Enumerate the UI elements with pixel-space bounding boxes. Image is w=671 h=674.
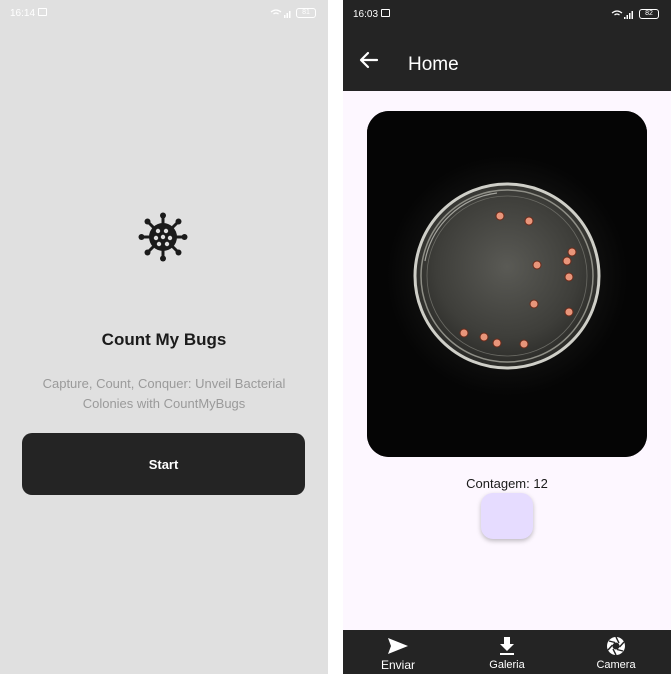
nav-label: Enviar [380,658,415,672]
colony-marker [564,272,574,282]
home-screen: 16:03 82 Home Contagem: 12 Enviar Galeri… [343,0,671,674]
battery-icon: 82 [639,9,659,19]
nav-label: Galeria [489,659,525,671]
colony-marker [495,211,505,221]
status-time: 16:03 [353,9,379,20]
status-bar: 16:14 81 [0,0,328,26]
send-icon [386,636,410,656]
nav-item-camera[interactable]: Camera [576,630,656,674]
colony-marker [519,339,529,349]
app-title: Count My Bugs [101,330,227,349]
battery-icon: 81 [296,8,316,18]
bacteria-icon [138,212,188,262]
app-tagline: Capture, Count, Conquer: Unveil Bacteria… [42,376,286,411]
colony-marker [479,332,489,342]
wifi-signal-icon [611,9,635,22]
petri-dish-photo [367,111,647,457]
gallery-notification-icon [38,8,47,16]
colony-marker [524,216,534,226]
colony-marker [529,299,539,309]
arrow-left-icon[interactable] [357,48,381,72]
start-button[interactable]: Start [22,433,305,495]
action-fab-button[interactable] [481,493,533,539]
screenshot-pair: 16:14 81 Count My Bugs Capture, Count, C… [0,0,671,674]
gallery-notification-icon [381,9,390,17]
colony-marker [567,247,577,257]
welcome-screen: 16:14 81 Count My Bugs Capture, Count, C… [0,0,328,674]
bottom-navigation: Enviar Galeria Camera [343,630,671,674]
colony-marker [459,328,469,338]
camera-shutter-icon [604,636,628,656]
colony-count-label: Contagem: 12 [466,476,548,491]
colony-marker [532,260,542,270]
nav-item-galeria[interactable]: Galeria [467,630,547,674]
nav-label: Camera [596,659,636,671]
colony-marker [492,338,502,348]
status-bar: 16:03 82 [343,0,671,30]
nav-item-enviar[interactable]: Enviar [358,630,438,674]
colony-marker [562,256,572,266]
colony-marker [564,307,574,317]
status-time: 16:14 [10,8,36,19]
download-icon [495,636,519,656]
page-title: Home [408,54,459,75]
wifi-signal-icon [270,8,292,21]
app-bar: Home [343,30,671,91]
